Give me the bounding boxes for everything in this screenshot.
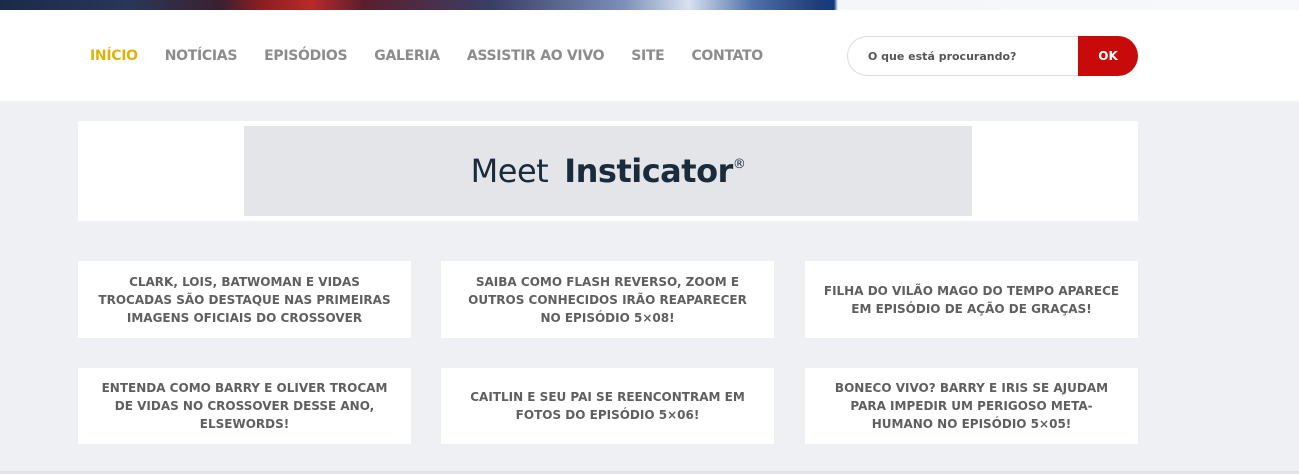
post-card-title: CAITLIN E SEU PAI SE REENCONTRAM EM FOTO… [470, 390, 745, 422]
hero-image-strip [0, 0, 1299, 10]
post-card-title: BONECO VIVO? BARRY E IRIS SE AJUDAM PARA… [834, 381, 1109, 431]
post-card[interactable]: CAITLIN E SEU PAI SE REENCONTRAM EM FOTO… [441, 368, 774, 444]
post-card-title: SAIBA COMO FLASH REVERSO, ZOOM E OUTROS … [468, 274, 747, 325]
nav-item-noticias[interactable]: NOTÍCIAS [165, 47, 238, 65]
ad-registered-mark: ® [732, 157, 746, 172]
post-card[interactable]: ENTENDA COMO BARRY E OLIVER TROCAM DE VI… [78, 368, 411, 444]
post-card-title: FILHA DO VILÃO MAGO DO TEMPO APARECE EM … [823, 283, 1120, 316]
nav-item-galeria[interactable]: GALERIA [374, 47, 440, 65]
site-header: INÍCIO NOTÍCIAS EPISÓDIOS GALERIA ASSIST… [0, 10, 1299, 101]
search-submit-button[interactable]: OK [1078, 36, 1138, 76]
post-card[interactable]: BONECO VIVO? BARRY E IRIS SE AJUDAM PARA… [805, 368, 1138, 444]
post-card[interactable]: FILHA DO VILÃO MAGO DO TEMPO APARECE EM … [805, 261, 1138, 338]
post-card-title: ENTENDA COMO BARRY E OLIVER TROCAM DE VI… [101, 381, 388, 431]
ad-meet-text: Meet [470, 152, 549, 190]
nav-item-assistir-ao-vivo[interactable]: ASSISTIR AO VIVO [467, 47, 605, 65]
search-form: OK [847, 36, 1138, 76]
ad-logo-text: Meet Insticator® [471, 152, 746, 190]
post-card[interactable]: SAIBA COMO FLASH REVERSO, ZOOM E OUTROS … [441, 261, 774, 338]
search-input[interactable] [847, 36, 1099, 76]
ad-banner[interactable]: Meet Insticator® [244, 126, 972, 216]
main-nav: INÍCIO NOTÍCIAS EPISÓDIOS GALERIA ASSIST… [90, 47, 790, 65]
post-card-title: CLARK, LOIS, BATWOMAN E VIDAS TROCADAS S… [98, 274, 391, 325]
ad-brand-text: Insticator [564, 152, 733, 190]
nav-item-site[interactable]: SITE [631, 47, 665, 65]
nav-item-episodios[interactable]: EPISÓDIOS [264, 47, 347, 65]
nav-item-contato[interactable]: CONTATO [691, 47, 763, 65]
nav-item-inicio[interactable]: INÍCIO [90, 47, 138, 65]
ad-container: Meet Insticator® [78, 121, 1138, 221]
post-card[interactable]: CLARK, LOIS, BATWOMAN E VIDAS TROCADAS S… [78, 261, 411, 338]
